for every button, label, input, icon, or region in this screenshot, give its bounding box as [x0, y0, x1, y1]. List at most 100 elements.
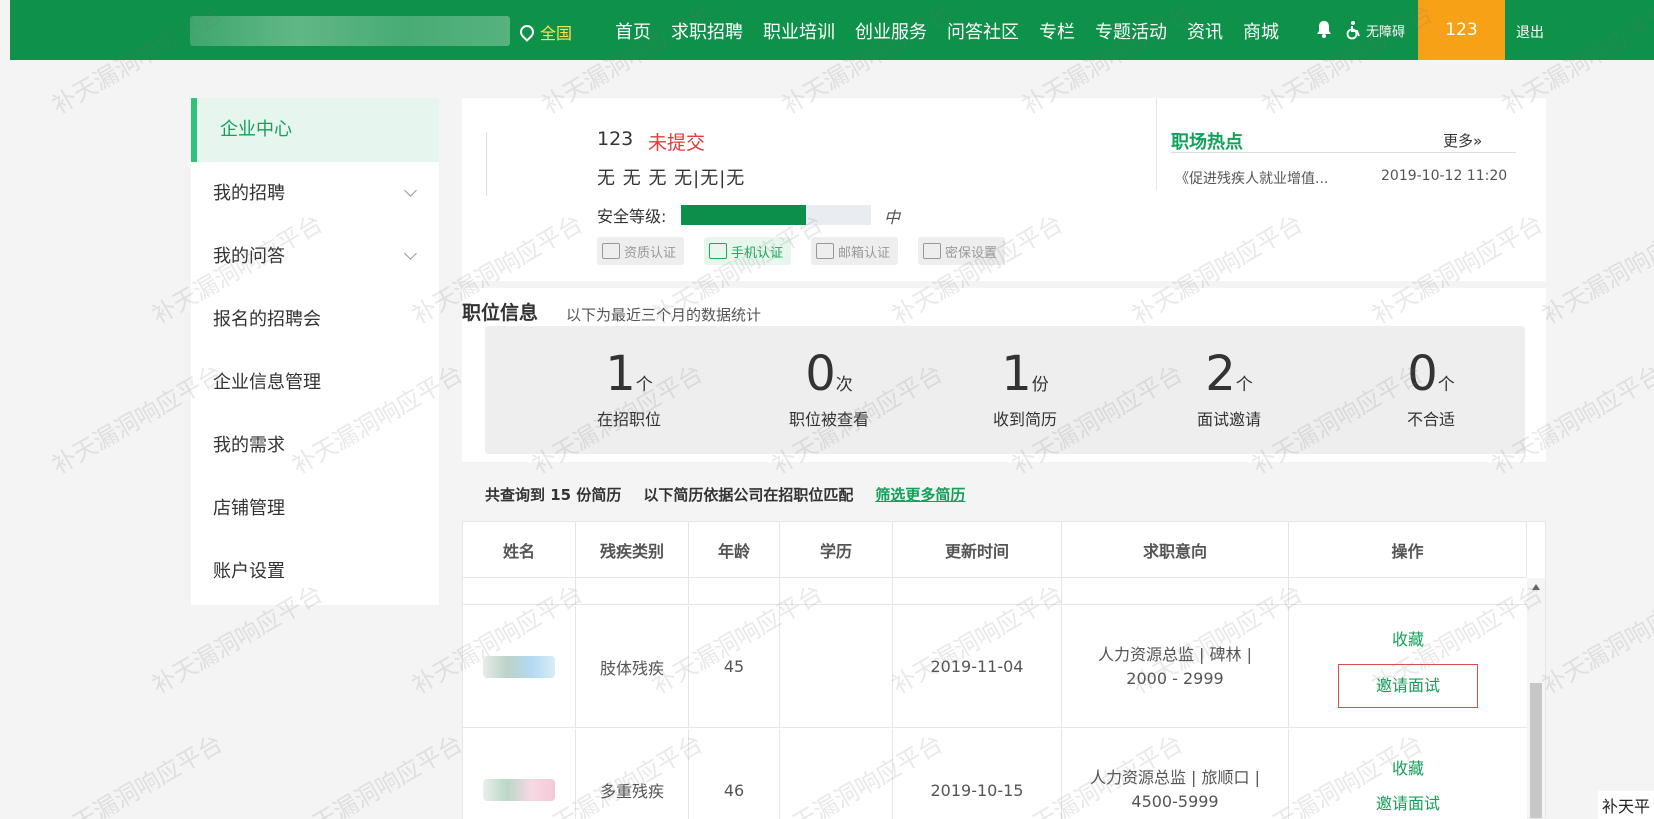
nav-item-news[interactable]: 资讯 — [1187, 18, 1223, 44]
site-logo[interactable] — [190, 16, 510, 46]
stat-unit: 个 — [635, 375, 653, 395]
scroll-thumb[interactable] — [1530, 683, 1542, 818]
stat-number: 1 — [1001, 346, 1032, 402]
stat-job-views[interactable]: 0次 职位被查看 — [749, 346, 909, 430]
security-level-bar — [681, 205, 871, 225]
chevron-down-icon — [404, 247, 417, 260]
stat-label: 在招职位 — [596, 410, 661, 429]
stat-number: 0 — [1407, 346, 1438, 402]
security-level-fill — [681, 205, 807, 225]
bell-icon[interactable] — [1316, 20, 1332, 38]
hot-article-link[interactable]: 《促进残疾人就业增值... — [1175, 168, 1328, 188]
email-verify-badge[interactable]: 邮箱认证 — [811, 237, 899, 265]
job-stats-section: 职位信息 以下为最近三个月的数据统计 1个 在招职位 0次 职位被查看 1份 收… — [462, 288, 1546, 462]
resume-table: 姓名 残疾类别 年龄 学历 更新时间 求职意向 操作 肢体残疾 45 2019-… — [462, 521, 1546, 819]
watermark-text: 补天漏洞响应平台 — [1537, 579, 1654, 700]
badge-label: 密保设置 — [945, 245, 998, 261]
qualification-verify-badge[interactable]: 资质认证 — [597, 237, 685, 265]
scroll-up-arrow-icon[interactable] — [1532, 584, 1540, 590]
company-avatar[interactable] — [486, 132, 550, 196]
security-level-label: 安全等级: — [597, 207, 667, 226]
main-nav: 首页 求职招聘 职业培训 创业服务 问答社区 专栏 专题活动 资讯 商城 — [615, 18, 1279, 44]
category-cell: 多重残疾 — [576, 729, 689, 819]
stat-label: 不合适 — [1406, 410, 1455, 429]
hot-more-link[interactable]: 更多» — [1443, 130, 1482, 151]
col-header-actions: 操作 — [1289, 522, 1527, 577]
table-scrollbar[interactable] — [1527, 578, 1545, 818]
verification-badges: 资质认证 手机认证 邮箱认证 密保设置 — [597, 237, 1006, 265]
accessibility-label: 无障碍 — [1366, 24, 1406, 40]
col-header-age: 年龄 — [689, 522, 780, 577]
favorite-button[interactable]: 收藏 — [1392, 626, 1424, 650]
sidebar-item-my-qa[interactable]: 我的问答 — [191, 225, 439, 288]
submission-status: 未提交 — [648, 132, 706, 154]
match-note: 以下简历依据公司在招职位匹配 — [643, 486, 854, 504]
sidebar-item-my-needs[interactable]: 我的需求 — [191, 414, 439, 477]
invite-interview-button[interactable]: 邀请面试 — [1338, 663, 1478, 708]
nav-item-startup[interactable]: 创业服务 — [855, 18, 927, 44]
age-cell: 45 — [689, 606, 780, 727]
resume-count: 共查询到 15 份简历 — [485, 486, 622, 504]
col-header-name: 姓名 — [463, 522, 576, 577]
stat-number: 1 — [605, 346, 636, 402]
hot-article-date: 2019-10-12 11:20 — [1381, 168, 1508, 184]
company-details: 无 无 无 无|无|无 — [597, 168, 746, 189]
corner-watermark: 补天平 — [1597, 791, 1654, 819]
workplace-hot-panel: 职场热点 更多» 《促进残疾人就业增值... 2019-10-12 11:20 — [1156, 98, 1524, 190]
sidebar-item-enterprise-center[interactable]: 企业中心 — [191, 98, 439, 162]
education-cell — [780, 729, 893, 819]
stat-number: 0 — [805, 346, 836, 402]
sidebar-item-my-recruitment[interactable]: 我的招聘 — [191, 162, 439, 225]
sidebar-item-store[interactable]: 店铺管理 — [191, 477, 439, 540]
user-account-button[interactable]: 123 — [1418, 0, 1505, 60]
location-pin-icon — [517, 22, 537, 42]
stat-unsuitable[interactable]: 0个 不合适 — [1351, 346, 1511, 430]
stat-active-jobs[interactable]: 1个 在招职位 — [549, 346, 709, 430]
stat-resumes-received[interactable]: 1份 收到简历 — [945, 346, 1105, 430]
stat-label: 面试邀请 — [1196, 410, 1261, 429]
nav-item-column[interactable]: 专栏 — [1039, 18, 1075, 44]
top-nav-bar: 全国 首页 求职招聘 职业培训 创业服务 问答社区 专栏 专题活动 资讯 商城 … — [10, 0, 1654, 60]
shield-icon — [923, 243, 942, 259]
location-selector[interactable]: 全国 — [517, 20, 573, 44]
divider — [1171, 152, 1516, 153]
stat-unit: 次 — [835, 375, 853, 395]
sidebar: 企业中心 我的招聘 我的问答 报名的招聘会 企业信息管理 我的需求 店铺管理 账… — [191, 98, 439, 605]
actions-cell: 收藏 邀请面试 — [1289, 606, 1527, 727]
nav-item-home[interactable]: 首页 — [615, 18, 651, 44]
section-subtitle: 以下为最近三个月的数据统计 — [566, 306, 762, 324]
resume-summary: 共查询到 15 份简历 以下简历依据公司在招职位匹配 筛选更多简历 — [485, 484, 965, 505]
category-cell: 肢体残疾 — [576, 606, 689, 727]
education-cell — [780, 606, 893, 727]
nav-item-events[interactable]: 专题活动 — [1095, 18, 1167, 44]
phone-verify-badge[interactable]: 手机认证 — [704, 237, 792, 265]
badge-label: 手机认证 — [731, 245, 784, 261]
sidebar-item-label: 我的招聘 — [213, 183, 285, 204]
accessibility-toggle[interactable]: 无障碍 — [1344, 20, 1405, 40]
updated-cell: 2019-11-04 — [893, 606, 1062, 727]
nav-item-mall[interactable]: 商城 — [1243, 18, 1279, 44]
table-row: 肢体残疾 45 2019-11-04 人力资源总监 | 碑林 | 2000 - … — [463, 606, 1527, 728]
security-question-badge[interactable]: 密保设置 — [918, 237, 1006, 265]
logout-link[interactable]: 退出 — [1516, 22, 1544, 42]
security-level-value: 中 — [884, 208, 901, 227]
sidebar-item-job-fairs[interactable]: 报名的招聘会 — [191, 288, 439, 351]
wheelchair-icon — [1346, 21, 1360, 40]
stat-number: 2 — [1205, 346, 1236, 402]
filter-more-resumes-link[interactable]: 筛选更多简历 — [875, 484, 965, 505]
invite-interview-button[interactable]: 邀请面试 — [1338, 793, 1478, 815]
candidate-name-cell[interactable] — [463, 729, 576, 819]
nav-item-training[interactable]: 职业培训 — [763, 18, 835, 44]
nav-item-jobs[interactable]: 求职招聘 — [671, 18, 743, 44]
intent-cell: 人力资源总监 | 碑林 | 2000 - 2999 — [1062, 606, 1289, 727]
candidate-name-cell[interactable] — [463, 606, 576, 727]
hot-title: 职场热点 — [1171, 132, 1243, 153]
favorite-button[interactable]: 收藏 — [1392, 755, 1424, 779]
sidebar-item-company-info[interactable]: 企业信息管理 — [191, 351, 439, 414]
watermark-text: 补天漏洞响应平台 — [287, 729, 468, 819]
stat-interview-invites[interactable]: 2个 面试邀请 — [1149, 346, 1309, 430]
blurred-name — [483, 779, 555, 801]
sidebar-item-account-settings[interactable]: 账户设置 — [191, 540, 439, 603]
nav-item-qa[interactable]: 问答社区 — [947, 18, 1019, 44]
location-label: 全国 — [540, 24, 573, 43]
